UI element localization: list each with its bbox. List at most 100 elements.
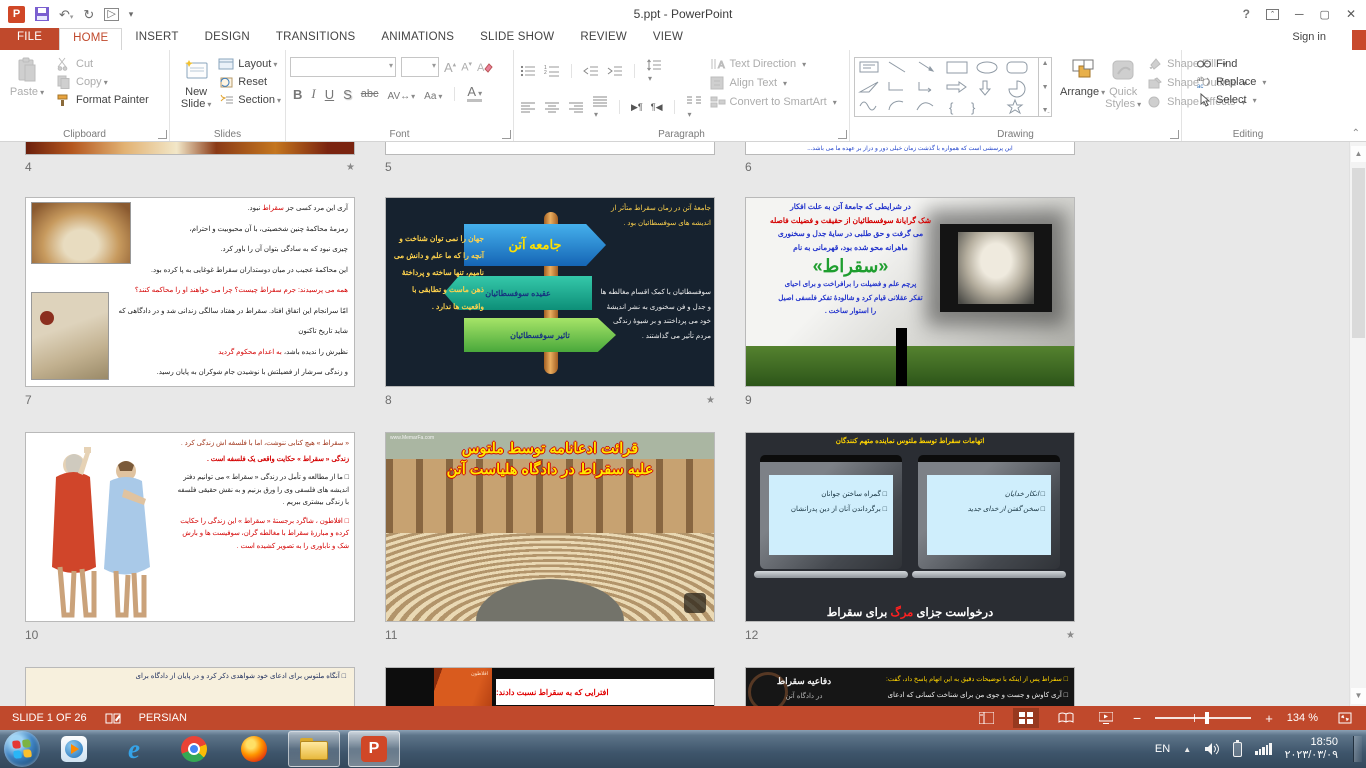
slide-thumbnail-7[interactable]: آری این مرد کسی جز سقراط نبود. زمزمهٔ مح…	[25, 197, 355, 387]
bold-button[interactable]: B	[293, 87, 302, 102]
zoom-slider-thumb[interactable]	[1205, 712, 1209, 724]
slide-thumbnail-8[interactable]: جامعه آتن عقیده سوفسطائیان تاثیر سوفسطائ…	[385, 197, 715, 387]
format-painter-button[interactable]: Format Painter	[56, 93, 149, 107]
clear-formatting-button[interactable]: A	[477, 60, 493, 74]
zoom-in-icon[interactable]: +	[1265, 711, 1273, 726]
font-color-button[interactable]: A	[467, 86, 482, 102]
scroll-down-icon[interactable]: ▼	[1351, 688, 1366, 704]
language-indicator[interactable]: PERSIAN	[139, 712, 187, 724]
italic-button[interactable]: I	[311, 86, 315, 102]
fit-slide-to-window-icon[interactable]	[1332, 708, 1358, 728]
save-icon[interactable]	[35, 7, 49, 21]
customize-qat-icon[interactable]: ▾	[129, 10, 134, 19]
taskbar-clock[interactable]: 18:50 ۲۰۲۳/۰۳/۰۹	[1285, 736, 1338, 762]
vertical-scrollbar[interactable]: ▲ ▼	[1349, 142, 1366, 706]
reading-view-button[interactable]	[1053, 708, 1079, 728]
underline-button[interactable]: U	[325, 87, 334, 102]
arrange-button[interactable]: Arrange	[1060, 53, 1105, 125]
find-button[interactable]: Find	[1196, 57, 1266, 71]
align-left-icon[interactable]	[520, 100, 536, 114]
strikethrough-button[interactable]: abc	[361, 88, 379, 100]
tab-insert[interactable]: INSERT	[122, 28, 191, 50]
taskbar-media-player-button[interactable]	[48, 731, 100, 767]
zoom-slider[interactable]	[1155, 717, 1251, 719]
normal-view-button[interactable]	[973, 708, 999, 728]
shapes-gallery-scroll[interactable]: ▲▼▼̱	[1038, 58, 1051, 116]
section-button[interactable]: Section	[218, 93, 281, 107]
slide-thumbnail-6[interactable]: این پرسشی است که همواره با گذشت زمان خیل…	[745, 142, 1075, 155]
text-direction-button[interactable]: A Text Direction	[710, 57, 837, 71]
slide-show-button[interactable]	[1093, 708, 1119, 728]
paste-button[interactable]: Paste	[4, 53, 50, 125]
numbering-icon[interactable]: 12	[544, 64, 560, 78]
rtl-direction-button[interactable]: ¶◀	[651, 102, 663, 113]
taskbar-file-explorer-button[interactable]	[288, 731, 340, 767]
tab-home[interactable]: HOME	[59, 28, 122, 50]
battery-icon[interactable]	[1233, 742, 1242, 757]
decrease-indent-icon[interactable]	[583, 64, 599, 78]
scroll-up-icon[interactable]: ▲	[1351, 146, 1366, 162]
start-button[interactable]	[4, 731, 40, 767]
zoom-out-icon[interactable]: −	[1133, 710, 1141, 726]
taskbar-chrome-button[interactable]	[168, 731, 220, 767]
change-case-button[interactable]: Aa	[424, 87, 442, 102]
slide-thumbnail-11[interactable]: www.MemarFa.com قرائت ادعانامه توسط ملتو…	[385, 432, 715, 622]
slide-sorter-view-button[interactable]	[1013, 708, 1039, 728]
clipboard-dialog-launcher[interactable]	[158, 130, 167, 139]
taskbar-internet-explorer-button[interactable]: e	[108, 731, 160, 767]
font-dialog-launcher[interactable]	[502, 130, 511, 139]
shapes-gallery[interactable]: { } ▲▼▼̱	[854, 57, 1052, 117]
decrease-font-size-button[interactable]: A▾	[461, 60, 472, 74]
taskbar-powerpoint-button[interactable]: P	[348, 731, 400, 767]
copy-button[interactable]: Copy	[56, 75, 149, 89]
layout-button[interactable]: Layout	[218, 57, 281, 71]
align-center-icon[interactable]	[544, 100, 560, 114]
tab-view[interactable]: VIEW	[640, 28, 696, 50]
select-button[interactable]: Select	[1196, 93, 1266, 107]
minimize-button[interactable]: ─	[1295, 7, 1304, 21]
ltr-direction-button[interactable]: ▶¶	[631, 102, 643, 113]
help-icon[interactable]: ?	[1243, 7, 1250, 21]
slide-thumbnail-13[interactable]: آنگاه ملتوس برای ادعای خود شواهدی ذکر کر…	[25, 667, 355, 706]
quick-styles-button[interactable]: QuickStyles	[1105, 53, 1141, 125]
redo-icon[interactable]: ↻	[83, 8, 94, 21]
increase-indent-icon[interactable]	[607, 64, 623, 78]
tab-slideshow[interactable]: SLIDE SHOW	[467, 28, 567, 50]
align-right-icon[interactable]	[568, 100, 584, 114]
drawing-dialog-launcher[interactable]	[1170, 130, 1179, 139]
close-button[interactable]: ✕	[1346, 7, 1356, 21]
slide-thumbnail-5[interactable]	[385, 142, 715, 155]
justify-icon[interactable]	[592, 94, 608, 120]
slide-indicator[interactable]: SLIDE 1 OF 26	[12, 712, 87, 724]
line-spacing-icon[interactable]	[646, 58, 662, 84]
maximize-button[interactable]: ▢	[1320, 8, 1330, 21]
input-language-indicator[interactable]: EN	[1155, 743, 1170, 755]
text-shadow-button[interactable]: S	[343, 87, 352, 102]
bullets-icon[interactable]	[520, 64, 536, 78]
replace-button[interactable]: abac Replace	[1196, 75, 1266, 89]
ribbon-display-options-icon[interactable]: ⌃	[1266, 9, 1279, 20]
zoom-level[interactable]: 134 %	[1287, 712, 1318, 724]
slide-thumbnail-15[interactable]: دفاعیه سقراط در دادگاه آتن سقراط پس از ا…	[745, 667, 1075, 706]
slide-thumbnail-4[interactable]	[25, 142, 355, 155]
show-hidden-icons-icon[interactable]: ▲	[1183, 745, 1191, 754]
start-slideshow-icon[interactable]: ▷	[104, 8, 118, 21]
slide-thumbnail-10[interactable]: « سقراط » هیچ کتابی ننوشت، اما با فلسفه …	[25, 432, 355, 622]
show-desktop-button[interactable]	[1353, 736, 1362, 762]
slide-thumbnail-14[interactable]: افلاطون افترایی که به سقراط نسبت دادند:	[385, 667, 715, 706]
spell-check-icon[interactable]	[105, 712, 121, 725]
font-size-combobox[interactable]	[401, 57, 439, 77]
tab-design[interactable]: DESIGN	[192, 28, 263, 50]
paragraph-dialog-launcher[interactable]	[838, 130, 847, 139]
tab-file[interactable]: FILE	[0, 28, 59, 50]
align-text-button[interactable]: Align Text	[710, 76, 837, 90]
scrollbar-thumb[interactable]	[1352, 168, 1365, 338]
new-slide-button[interactable]: NewSlide	[174, 53, 218, 125]
network-signal-icon[interactable]	[1255, 743, 1272, 755]
tab-animations[interactable]: ANIMATIONS	[368, 28, 467, 50]
slide-thumbnail-9[interactable]: در شرایطی که جامعهٔ آتن به علت افکار شک …	[745, 197, 1075, 387]
taskbar-firefox-button[interactable]	[228, 731, 280, 767]
reset-button[interactable]: Reset	[218, 75, 281, 89]
tab-transitions[interactable]: TRANSITIONS	[263, 28, 369, 50]
tab-review[interactable]: REVIEW	[567, 28, 640, 50]
